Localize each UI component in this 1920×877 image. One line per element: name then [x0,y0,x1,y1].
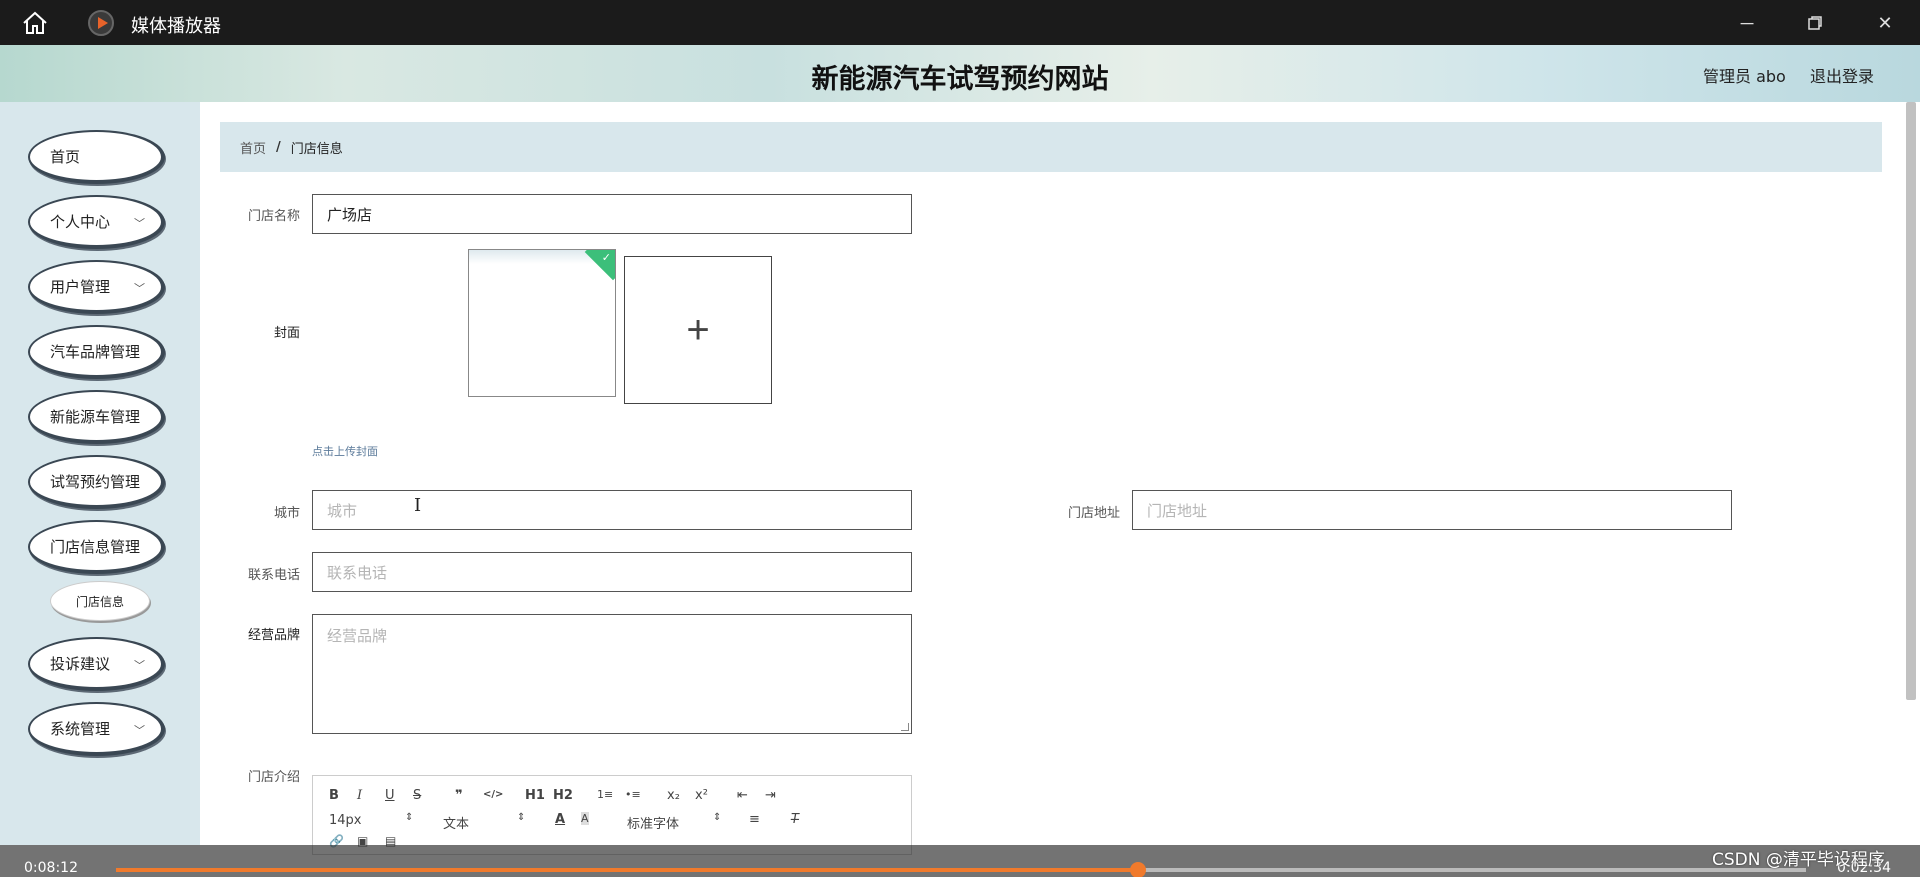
phone-input[interactable]: 联系电话 [312,552,912,592]
sidebar-item-label: 首页 [50,147,81,166]
intro-label: 门店介绍 [247,770,300,785]
sidebar: 首页 个人中心 ﹀ 用户管理 ﹀ 汽车品牌管理 新能源车管理 试驾预约管理 门店信息… [0,102,200,845]
admin-user-label: 管理员 abo [1703,67,1786,86]
sidebar-item-car-brand[interactable]: 汽车品牌管理 [28,325,165,379]
sidebar-item-label: 用户管理 [50,277,111,296]
player-control-bar: 0:08:12 0:02:34 [0,845,1920,877]
minimize-icon[interactable]: ─ [1732,8,1762,38]
cover-upload-button[interactable]: + [624,256,772,404]
block-type-select[interactable]: 文本 [443,813,469,832]
background-color-icon[interactable]: A [581,812,589,825]
intro-rich-text-editor[interactable]: B I U S ❞ </> H1 H2 1≡ •≡ x₂ x² ⇤ ⇥ 14px… [312,775,912,855]
breadcrumb-home[interactable]: 首页 [240,138,266,157]
seek-bar[interactable] [116,862,1806,877]
bold-icon[interactable]: B [329,788,339,803]
sidebar-item-home[interactable]: 首页 [28,130,165,184]
breadcrumb-current: 门店信息 [290,141,343,157]
cover-label: 封面 [273,326,300,341]
sidebar-item-label: 系统管理 [50,719,111,738]
city-label: 城市 [273,506,300,521]
seek-bar-progress [116,868,1139,872]
sidebar-item-test-drive[interactable]: 试驾预约管理 [28,455,165,509]
seek-bar-handle[interactable] [1130,862,1147,877]
font-size-select[interactable]: 14px [329,813,362,828]
brands-label: 经营品牌 [247,628,300,643]
cover-upload-hint: 点击上传封面 [312,445,378,458]
breadcrumb-separator: / [276,139,281,155]
cover-image-thumbnail[interactable]: ✓ [468,249,616,397]
site-header: 新能源汽车试驾预约网站 管理员 abo 退出登录 [0,45,1920,102]
text-cursor-icon: I [414,495,422,516]
site-title: 新能源汽车试驾预约网站 [811,64,1109,95]
italic-icon[interactable]: I [357,788,362,803]
font-color-icon[interactable]: A [555,812,565,827]
resize-handle-icon[interactable] [901,723,909,731]
code-icon[interactable]: </> [483,789,503,800]
heading2-icon[interactable]: H2 [553,788,573,803]
indent-icon[interactable]: ⇥ [765,788,776,803]
restore-icon[interactable] [1800,8,1830,38]
outdent-icon[interactable]: ⇤ [737,788,748,803]
elapsed-time: 0:08:12 [24,860,78,876]
sidebar-item-personal-center[interactable]: 个人中心 ﹀ [28,195,165,249]
brands-textarea[interactable]: 经营品牌 [312,614,912,734]
breadcrumb: 首页 / 门店信息 [220,122,1882,172]
upload-success-badge [584,250,615,281]
brands-placeholder: 经营品牌 [327,627,388,645]
check-icon: ✓ [601,252,611,264]
sidebar-item-label: 个人中心 [50,212,111,231]
store-name-input[interactable]: 广场店 [312,194,912,234]
store-name-label: 门店名称 [247,209,300,224]
superscript-icon[interactable]: x² [695,788,708,803]
sidebar-subitem-store-info[interactable]: 门店信息 [50,581,150,621]
sidebar-item-store-management[interactable]: 门店信息管理 [28,520,165,574]
heading1-icon[interactable]: H1 [525,788,545,803]
chevron-down-icon: ﹀ [134,724,145,737]
player-logo-icon [88,10,114,36]
player-app-title: 媒体播放器 [131,16,221,37]
strike-icon[interactable]: S [413,788,421,803]
address-input[interactable]: 门店地址 [1132,490,1732,530]
chevron-down-icon: ﹀ [134,282,145,295]
block-type-select-arrow-icon: ⇕ [517,812,526,823]
sidebar-item-label: 门店信息管理 [50,537,141,556]
address-label: 门店地址 [1067,506,1120,521]
chevron-down-icon: ﹀ [134,659,145,672]
bullet-list-icon[interactable]: •≡ [625,788,641,801]
sidebar-item-complaints[interactable]: 投诉建议 ﹀ [28,637,165,691]
sidebar-item-system[interactable]: 系统管理 ﹀ [28,702,165,756]
font-size-select-arrow-icon: ⇕ [405,812,414,823]
font-family-select-arrow-icon: ⇕ [713,812,722,823]
page-scrollbar[interactable] [1905,102,1917,702]
chevron-down-icon: ﹀ [134,217,145,230]
sidebar-item-label: 投诉建议 [50,654,111,673]
ordered-list-icon[interactable]: 1≡ [597,788,613,801]
home-icon[interactable] [22,11,48,35]
player-title-bar: 媒体播放器 ─ ✕ [0,0,1920,45]
font-family-select[interactable]: 标准字体 [627,813,679,832]
underline-icon[interactable]: U [385,788,395,803]
phone-label: 联系电话 [247,568,300,583]
sidebar-item-label: 新能源车管理 [50,407,141,426]
sidebar-item-label: 试驾预约管理 [50,472,141,491]
sidebar-item-label: 汽车品牌管理 [50,342,141,361]
subscript-icon[interactable]: x₂ [667,788,680,803]
close-icon[interactable]: ✕ [1870,8,1900,38]
city-input[interactable]: 城市 [312,490,912,530]
csdn-watermark: CSDN @清平毕设程序 [1712,850,1885,870]
scrollbar-thumb[interactable] [1906,102,1916,700]
blockquote-icon[interactable]: ❞ [455,788,463,803]
align-icon[interactable]: ≡ [749,812,760,827]
clear-format-icon[interactable]: T̶ [791,812,799,827]
logout-link[interactable]: 退出登录 [1810,63,1874,87]
sidebar-item-user-management[interactable]: 用户管理 ﹀ [28,260,165,314]
sidebar-item-ev-management[interactable]: 新能源车管理 [28,390,165,444]
